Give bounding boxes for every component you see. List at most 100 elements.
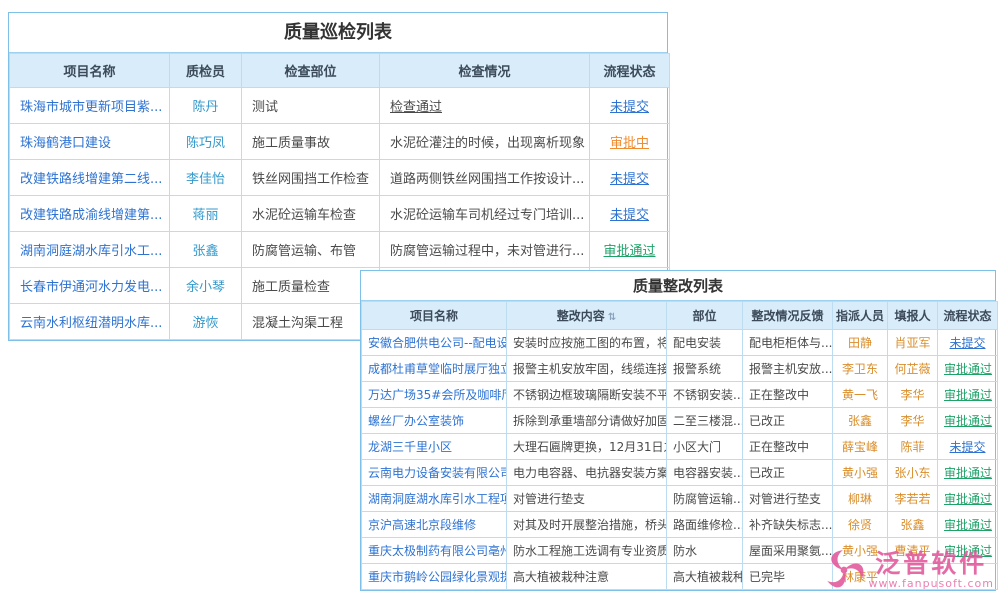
reporter-cell[interactable]: 张鑫 xyxy=(888,512,938,538)
status-link[interactable]: 未提交 xyxy=(610,100,649,115)
rectify-table-row[interactable]: 成都杜甫草堂临时展厅独立展... 报警主机安放牢固，线缆连接... 报警系统 报… xyxy=(362,356,998,382)
assignee-cell[interactable]: 张鑫 xyxy=(833,408,888,434)
reporter-cell[interactable]: 张小东 xyxy=(888,460,938,486)
inspection-table-row[interactable]: 改建铁路成渝线增建第... 蒋丽 水泥砼运输车检查 水泥砼运输车司机经过专门培训… xyxy=(10,196,670,232)
project-name-cell[interactable]: 成都杜甫草堂临时展厅独立展... xyxy=(362,356,507,382)
inspect-part-cell: 测试 xyxy=(242,88,380,124)
reporter-cell[interactable]: 陈菲 xyxy=(888,434,938,460)
status-link[interactable]: 审批通过 xyxy=(944,388,992,402)
inspector-cell[interactable]: 张鑫 xyxy=(170,232,242,268)
status-cell[interactable]: 审批通过 xyxy=(938,382,998,408)
project-name-cell[interactable]: 安徽合肥供电公司--配电设备... xyxy=(362,330,507,356)
assignee-cell[interactable]: 李卫东 xyxy=(833,356,888,382)
rectify-part-cell: 防水 xyxy=(667,538,743,564)
rectify-table-row[interactable]: 京沪高速北京段维修 对其及时开展整治措施，桥头... 路面维修检... 补齐缺失… xyxy=(362,512,998,538)
rectify-content-cell: 高大植被栽种注意 xyxy=(507,564,667,590)
rectify-part-cell: 不锈钢安装... xyxy=(667,382,743,408)
project-name-cell[interactable]: 云南水利枢纽潜明水库... xyxy=(10,304,170,340)
rectify-content-cell: 电力电容器、电抗器安装方案... xyxy=(507,460,667,486)
feedback-cell: 配电柜柜体与... xyxy=(743,330,833,356)
rectify-table-row[interactable]: 龙湖三千里小区 大理石匾牌更换，12月31日之... 小区大门 正在整改中 薛宝… xyxy=(362,434,998,460)
status-link[interactable]: 审批通过 xyxy=(944,414,992,428)
inspection-col-project: 项目名称 xyxy=(10,54,170,88)
status-cell[interactable]: 审批通过 xyxy=(938,408,998,434)
rectify-col-status: 流程状态 xyxy=(938,302,998,330)
inspect-part-cell: 混凝土沟渠工程 xyxy=(242,304,380,340)
status-cell[interactable]: 审批通过 xyxy=(938,356,998,382)
inspector-cell[interactable]: 陈丹 xyxy=(170,88,242,124)
status-cell[interactable]: 审批通过 xyxy=(938,512,998,538)
sort-icon[interactable]: ⇅ xyxy=(608,312,616,323)
inspect-part-cell: 施工质量事故 xyxy=(242,124,380,160)
status-cell[interactable]: 审批通过 xyxy=(938,486,998,512)
status-link[interactable]: 未提交 xyxy=(949,440,985,454)
project-name-cell[interactable]: 湖南洞庭湖水库引水工程项目1标 xyxy=(362,486,507,512)
inspector-cell[interactable]: 陈巧凤 xyxy=(170,124,242,160)
status-link[interactable]: 审批通过 xyxy=(944,362,992,376)
status-cell[interactable]: 审批通过 xyxy=(938,460,998,486)
status-cell[interactable]: 未提交 xyxy=(590,196,670,232)
reporter-cell[interactable]: 肖亚军 xyxy=(888,330,938,356)
project-name-cell[interactable]: 云南电力设备安装有限公司20... xyxy=(362,460,507,486)
status-link[interactable]: 审批通过 xyxy=(944,518,992,532)
rectify-content-cell: 安装时应按施工图的布置，将... xyxy=(507,330,667,356)
project-name-cell[interactable]: 长春市伊通河水力发电... xyxy=(10,268,170,304)
status-cell[interactable]: 未提交 xyxy=(938,330,998,356)
project-name-cell[interactable]: 珠海市城市更新项目紫... xyxy=(10,88,170,124)
assignee-cell[interactable]: 黄小强 xyxy=(833,460,888,486)
project-name-cell[interactable]: 龙湖三千里小区 xyxy=(362,434,507,460)
rectify-col-content[interactable]: 整改内容⇅ xyxy=(507,302,667,330)
rectify-table-row[interactable]: 云南电力设备安装有限公司20... 电力电容器、电抗器安装方案... 电容器安装… xyxy=(362,460,998,486)
assignee-cell[interactable]: 田静 xyxy=(833,330,888,356)
status-cell[interactable]: 审批通过 xyxy=(590,232,670,268)
inspection-table-row[interactable]: 湖南洞庭湖水库引水工... 张鑫 防腐管运输、布管 防腐管运输过程中，未对管进行… xyxy=(10,232,670,268)
status-link[interactable]: 未提交 xyxy=(610,172,649,187)
feedback-cell: 屋面采用聚氨... xyxy=(743,538,833,564)
reporter-cell[interactable]: 李若若 xyxy=(888,486,938,512)
rectify-table-row[interactable]: 湖南洞庭湖水库引水工程项目1标 对管进行垫支 防腐管运输... 对管进行垫支 柳… xyxy=(362,486,998,512)
project-name-cell[interactable]: 改建铁路成渝线增建第... xyxy=(10,196,170,232)
inspector-cell[interactable]: 游恢 xyxy=(170,304,242,340)
assignee-cell[interactable]: 柳琳 xyxy=(833,486,888,512)
inspector-cell[interactable]: 李佳怡 xyxy=(170,160,242,196)
reporter-cell[interactable]: 何芷薇 xyxy=(888,356,938,382)
project-name-cell[interactable]: 珠海鹤港口建设 xyxy=(10,124,170,160)
rectify-table-row[interactable]: 万达广场35#会所及咖啡厅空... 不锈钢边框玻璃隔断安装不平... 不锈钢安装… xyxy=(362,382,998,408)
project-name-cell[interactable]: 重庆市鹅岭公园绿化景观提升... xyxy=(362,564,507,590)
status-link[interactable]: 未提交 xyxy=(610,208,649,223)
project-name-cell[interactable]: 重庆太极制药有限公司亳州中... xyxy=(362,538,507,564)
inspection-table-row[interactable]: 珠海市城市更新项目紫... 陈丹 测试 检查通过 未提交 xyxy=(10,88,670,124)
assignee-cell[interactable]: 薛宝峰 xyxy=(833,434,888,460)
rectify-table-row[interactable]: 安徽合肥供电公司--配电设备... 安装时应按施工图的布置，将... 配电安装 … xyxy=(362,330,998,356)
project-name-cell[interactable]: 万达广场35#会所及咖啡厅空... xyxy=(362,382,507,408)
inspector-cell[interactable]: 余小琴 xyxy=(170,268,242,304)
status-link[interactable]: 审批通过 xyxy=(603,244,655,259)
status-link[interactable]: 未提交 xyxy=(949,336,985,350)
rectify-col-reporter: 填报人 xyxy=(888,302,938,330)
feedback-cell: 已改正 xyxy=(743,408,833,434)
project-name-cell[interactable]: 湖南洞庭湖水库引水工... xyxy=(10,232,170,268)
project-name-cell[interactable]: 京沪高速北京段维修 xyxy=(362,512,507,538)
assignee-cell[interactable]: 徐贤 xyxy=(833,512,888,538)
inspector-cell[interactable]: 蒋丽 xyxy=(170,196,242,232)
project-name-cell[interactable]: 螺丝厂办公室装饰 xyxy=(362,408,507,434)
inspection-table-row[interactable]: 改建铁路线增建第二线... 李佳怡 铁丝网围挡工作检查 道路两侧铁丝网围挡工作按… xyxy=(10,160,670,196)
rectify-part-cell: 高大植被栽种 xyxy=(667,564,743,590)
reporter-cell[interactable]: 李华 xyxy=(888,408,938,434)
status-link[interactable]: 审批通过 xyxy=(944,466,992,480)
status-cell[interactable]: 未提交 xyxy=(590,88,670,124)
rectify-content-cell: 报警主机安放牢固，线缆连接... xyxy=(507,356,667,382)
reporter-cell[interactable]: 李华 xyxy=(888,382,938,408)
rectify-table-row[interactable]: 螺丝厂办公室装饰 拆除到承重墙部分请做好加固... 二至三楼混... 已改正 张… xyxy=(362,408,998,434)
status-cell[interactable]: 审批中 xyxy=(590,124,670,160)
fanpu-logo-icon xyxy=(822,548,866,592)
rectify-content-cell: 大理石匾牌更换，12月31日之... xyxy=(507,434,667,460)
status-link[interactable]: 审批通过 xyxy=(944,492,992,506)
assignee-cell[interactable]: 黄一飞 xyxy=(833,382,888,408)
status-cell[interactable]: 未提交 xyxy=(938,434,998,460)
status-cell[interactable]: 未提交 xyxy=(590,160,670,196)
inspection-table-row[interactable]: 珠海鹤港口建设 陈巧凤 施工质量事故 水泥砼灌注的时候，出现离析现象 审批中 xyxy=(10,124,670,160)
rectify-part-cell: 电容器安装... xyxy=(667,460,743,486)
project-name-cell[interactable]: 改建铁路线增建第二线... xyxy=(10,160,170,196)
status-link[interactable]: 审批中 xyxy=(610,136,649,151)
